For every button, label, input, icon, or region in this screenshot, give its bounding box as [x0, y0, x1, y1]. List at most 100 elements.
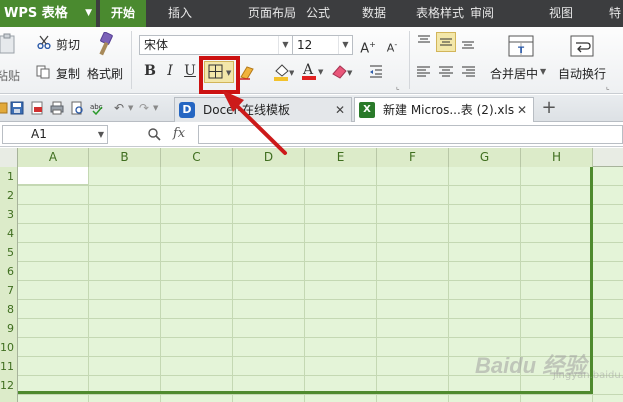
svg-text:▼: ▼: [289, 69, 294, 77]
search-icon[interactable]: [147, 127, 161, 144]
alignment-dialog-launcher-icon[interactable]: ⌞: [606, 82, 610, 91]
column-header-h[interactable]: H: [521, 148, 593, 167]
column-header-d[interactable]: D: [233, 148, 305, 167]
align-left-icon[interactable]: [416, 64, 432, 80]
cut-button[interactable]: 剪切: [56, 36, 80, 53]
align-top-icon[interactable]: [416, 34, 432, 50]
row-header-12[interactable]: 12: [0, 376, 18, 395]
font-size-value: 12: [297, 38, 313, 52]
indent-decrease-icon[interactable]: [368, 63, 384, 79]
close-icon[interactable]: ✕: [517, 98, 527, 122]
format-painter-button[interactable]: 格式刷: [87, 65, 123, 82]
row-header-4[interactable]: 4: [0, 224, 18, 243]
row-header-2[interactable]: 2: [0, 186, 18, 205]
row-header-6[interactable]: 6: [0, 262, 18, 281]
app-menu-button[interactable]: WPS 表格 ▼: [0, 0, 96, 27]
tab-special[interactable]: 特: [604, 0, 623, 27]
paste-label[interactable]: 粘贴: [0, 67, 20, 84]
decrease-font-icon[interactable]: A-: [382, 35, 402, 55]
cell-reference: A1: [31, 127, 47, 141]
format-painter-icon[interactable]: [93, 31, 117, 58]
export-pdf-icon[interactable]: [30, 101, 44, 115]
folder-icon[interactable]: [0, 101, 8, 115]
underline-button[interactable]: U: [180, 61, 200, 81]
row-header-7[interactable]: 7: [0, 281, 18, 300]
undo-icon[interactable]: ↶: [114, 101, 128, 115]
highlight-box: [199, 56, 240, 94]
chevron-down-icon[interactable]: ▼: [153, 101, 167, 115]
tab-page-layout[interactable]: 页面布局: [244, 0, 300, 27]
align-middle-icon[interactable]: [436, 32, 456, 52]
name-box[interactable]: A1 ▼: [2, 125, 108, 144]
tab-data[interactable]: 数据: [354, 0, 394, 27]
bold-button[interactable]: B: [140, 61, 160, 81]
italic-button[interactable]: I: [160, 61, 180, 81]
formula-bar: A1 ▼ fx: [0, 123, 623, 147]
font-dialog-launcher-icon[interactable]: ⌞: [396, 82, 400, 91]
column-headers: ABCDEFGH: [0, 148, 623, 167]
wrap-text-icon[interactable]: [569, 34, 595, 58]
increase-font-icon[interactable]: A+: [358, 35, 378, 56]
clear-format-icon[interactable]: [238, 63, 260, 81]
column-header-a[interactable]: A: [18, 148, 89, 167]
document-tab-bar: abc ↶ ▼ ↷ ▼ D Docer-在线模板 ✕ X 新建 Micros..…: [0, 95, 623, 122]
row-header-10[interactable]: 10: [0, 338, 18, 357]
align-right-icon[interactable]: [460, 64, 476, 80]
copy-icon[interactable]: [36, 65, 50, 79]
row-header-9[interactable]: 9: [0, 319, 18, 338]
save-icon[interactable]: [10, 101, 24, 115]
tab-view[interactable]: 视图: [541, 0, 581, 27]
redo-icon[interactable]: ↷: [139, 101, 153, 115]
tab-insert[interactable]: 插入: [160, 0, 200, 27]
column-header-e[interactable]: E: [305, 148, 377, 167]
row-header-11[interactable]: 11: [0, 357, 18, 376]
svg-text:T: T: [518, 46, 525, 56]
tab-review[interactable]: 审阅: [462, 0, 502, 27]
tab-docer-templates[interactable]: D Docer-在线模板 ✕: [174, 97, 352, 122]
tab-formulas[interactable]: 公式: [298, 0, 338, 27]
select-all-corner[interactable]: [0, 148, 18, 167]
print-preview-icon[interactable]: [70, 101, 84, 115]
font-name-select[interactable]: 宋体 ▼: [139, 35, 293, 55]
column-header-f[interactable]: F: [377, 148, 449, 167]
chevron-down-icon[interactable]: ▼: [278, 36, 292, 54]
spellcheck-icon[interactable]: abc: [90, 101, 104, 116]
insert-function-button[interactable]: fx: [173, 126, 185, 141]
baidu-watermark: Baidu 经验 jingyan.baidu.com: [475, 346, 623, 386]
row-header-5[interactable]: 5: [0, 243, 18, 262]
formula-input[interactable]: [198, 125, 623, 144]
chevron-down-icon: ▼: [85, 8, 92, 18]
align-center-icon[interactable]: [438, 64, 454, 80]
tab-spreadsheet[interactable]: X 新建 Micros...表 (2).xls ✕: [354, 97, 534, 122]
svg-text:▼: ▼: [318, 68, 324, 76]
wrap-text-button[interactable]: 自动换行: [558, 65, 606, 82]
svg-text:▼: ▼: [347, 69, 353, 77]
scissors-icon[interactable]: [37, 35, 51, 50]
chevron-down-icon[interactable]: ▼: [98, 126, 104, 143]
merge-cells-icon[interactable]: T: [507, 34, 535, 58]
row-header-1[interactable]: 1: [0, 167, 18, 186]
row-header-8[interactable]: 8: [0, 300, 18, 319]
chevron-down-icon[interactable]: ▼: [338, 36, 352, 54]
column-header-g[interactable]: G: [449, 148, 521, 167]
copy-button[interactable]: 复制: [56, 65, 80, 82]
chevron-down-icon[interactable]: ▼: [540, 67, 546, 76]
tab-table-style[interactable]: 表格样式: [410, 0, 470, 27]
column-header-b[interactable]: B: [89, 148, 161, 167]
ribbon-divider: [131, 31, 132, 89]
paste-icon[interactable]: [0, 33, 18, 55]
excel-file-icon: X: [359, 102, 375, 118]
print-icon[interactable]: [50, 101, 64, 115]
font-size-select[interactable]: 12 ▼: [292, 35, 353, 55]
close-icon[interactable]: ✕: [335, 98, 345, 122]
new-tab-button[interactable]: +: [539, 95, 559, 122]
merge-center-button[interactable]: 合并居中: [490, 65, 538, 82]
align-bottom-icon[interactable]: [460, 34, 476, 50]
row-header-3[interactable]: 3: [0, 205, 18, 224]
font-color-icon[interactable]: A ▼: [300, 61, 324, 82]
column-header-c[interactable]: C: [161, 148, 233, 167]
fill-color-icon[interactable]: ▼: [272, 62, 295, 82]
tab-home[interactable]: 开始: [100, 0, 146, 27]
ribbon-divider: [409, 31, 410, 89]
eraser-icon[interactable]: ▼: [330, 62, 354, 82]
